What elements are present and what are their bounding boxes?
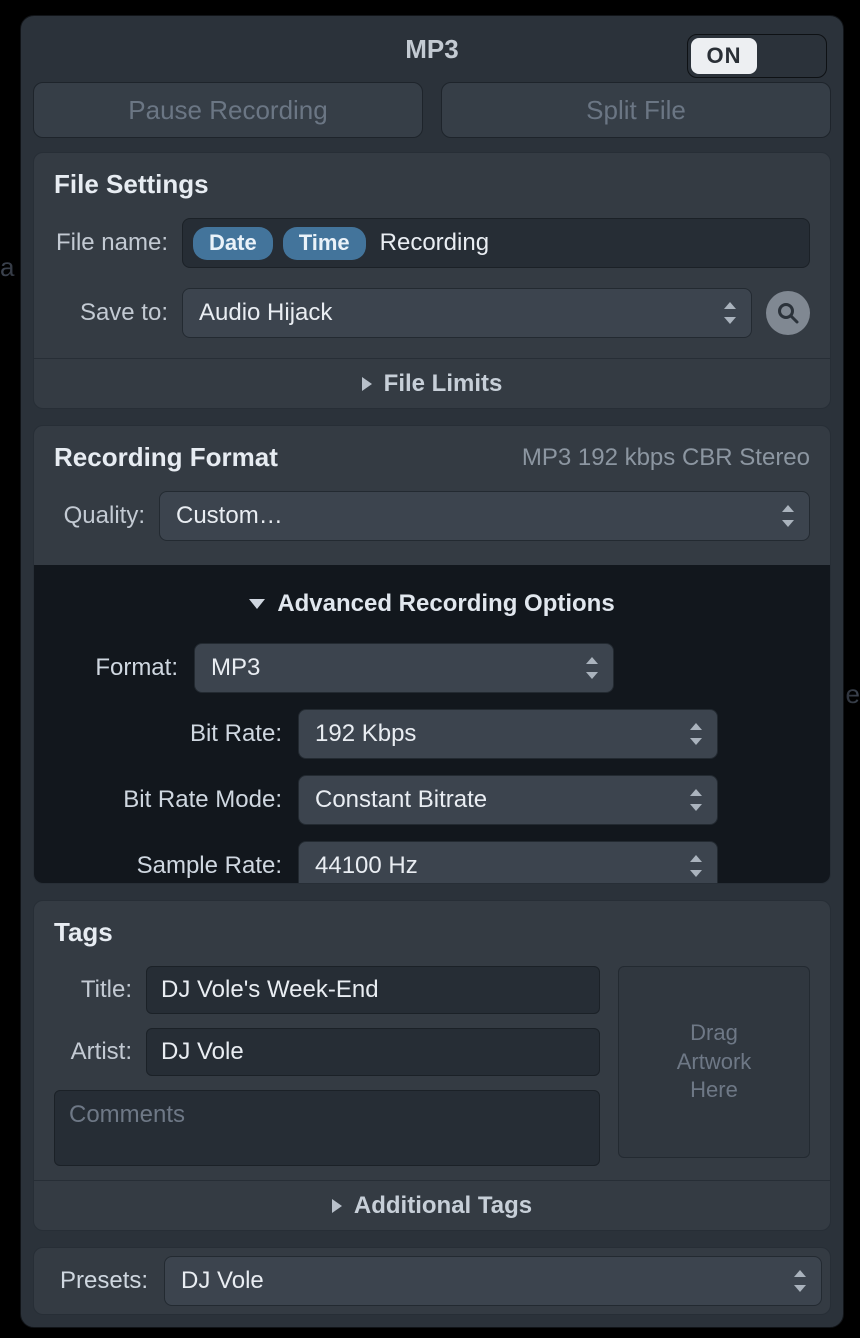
bitrate-label: Bit Rate: (54, 720, 298, 748)
bitrate-select[interactable]: 192 Kbps (298, 709, 718, 759)
comments-placeholder: Comments (69, 1101, 185, 1128)
stepper-icon (687, 853, 705, 879)
chevron-right-icon (332, 1199, 342, 1213)
bitrate-mode-label: Bit Rate Mode: (54, 786, 298, 814)
file-limits-label: File Limits (384, 370, 503, 398)
presets-value: DJ Vole (181, 1267, 264, 1295)
format-label: Format: (54, 654, 194, 682)
file-name-suffix: Recording (376, 229, 489, 257)
panel-title: MP3 (405, 34, 458, 65)
pause-recording-button[interactable]: Pause Recording (33, 82, 423, 138)
chevron-down-icon (249, 599, 265, 609)
format-value: MP3 (211, 654, 260, 682)
bitrate-value: 192 Kbps (315, 720, 416, 748)
section-title: Tags (54, 917, 810, 948)
file-name-chip-time[interactable]: Time (283, 227, 366, 260)
tag-artist-field[interactable]: DJ Vole (146, 1028, 600, 1076)
toggle-off-segment (760, 35, 826, 77)
section-title: File Settings (54, 169, 810, 200)
tag-title-field[interactable]: DJ Vole's Week-End (146, 966, 600, 1014)
bg-letter: a (0, 252, 14, 283)
artwork-dropzone[interactable]: Drag Artwork Here (618, 966, 810, 1158)
advanced-options-label: Advanced Recording Options (277, 590, 614, 618)
enable-toggle[interactable]: ON (687, 34, 827, 78)
chevron-right-icon (362, 377, 372, 391)
tags-section: Tags Title: DJ Vole's Week-End Artist: D… (33, 900, 831, 1231)
stepper-icon (779, 503, 797, 529)
split-file-button[interactable]: Split File (441, 82, 831, 138)
file-limits-disclosure[interactable]: File Limits (34, 358, 830, 408)
toggle-on-label: ON (691, 38, 757, 74)
tag-title-value: DJ Vole's Week-End (161, 976, 379, 1004)
recording-format-section: Recording Format MP3 192 kbps CBR Stereo… (33, 425, 831, 884)
sample-rate-label: Sample Rate: (54, 852, 298, 880)
bg-letter: e (846, 679, 860, 710)
bitrate-mode-value: Constant Bitrate (315, 786, 487, 814)
section-title: Recording Format (54, 442, 278, 473)
stepper-icon (687, 721, 705, 747)
quality-value: Custom… (176, 502, 283, 530)
tag-artist-label: Artist: (54, 1038, 146, 1066)
reveal-in-finder-button[interactable] (766, 291, 810, 335)
bitrate-mode-select[interactable]: Constant Bitrate (298, 775, 718, 825)
sample-rate-select[interactable]: 44100 Hz (298, 841, 718, 884)
artwork-placeholder: Drag Artwork Here (677, 1019, 752, 1105)
file-settings-section: File Settings File name: Date Time Recor… (33, 152, 831, 409)
save-to-label: Save to: (54, 299, 182, 327)
quality-select[interactable]: Custom… (159, 491, 810, 541)
tag-artist-value: DJ Vole (161, 1038, 244, 1066)
file-name-label: File name: (54, 229, 182, 257)
stepper-icon (721, 300, 739, 326)
quality-label: Quality: (54, 502, 159, 530)
format-summary: MP3 192 kbps CBR Stereo (522, 444, 810, 472)
recorder-block-panel: MP3 ON Pause Recording Split File File S… (20, 15, 844, 1328)
file-name-field[interactable]: Date Time Recording (182, 218, 810, 268)
tag-title-label: Title: (54, 976, 146, 1004)
file-name-chip-date[interactable]: Date (193, 227, 273, 260)
presets-select[interactable]: DJ Vole (164, 1256, 822, 1306)
advanced-options-disclosure[interactable]: Advanced Recording Options (54, 581, 810, 627)
additional-tags-disclosure[interactable]: Additional Tags (34, 1180, 830, 1230)
magnifier-icon (776, 301, 800, 325)
stepper-icon (583, 655, 601, 681)
tag-comments-field[interactable]: Comments (54, 1090, 600, 1166)
stepper-icon (791, 1268, 809, 1294)
sample-rate-value: 44100 Hz (315, 852, 418, 880)
presets-label: Presets: (60, 1267, 148, 1295)
additional-tags-label: Additional Tags (354, 1192, 532, 1220)
presets-bar: Presets: DJ Vole (33, 1247, 831, 1315)
save-to-select[interactable]: Audio Hijack (182, 288, 752, 338)
format-select[interactable]: MP3 (194, 643, 614, 693)
stepper-icon (687, 787, 705, 813)
save-to-value: Audio Hijack (199, 299, 332, 327)
